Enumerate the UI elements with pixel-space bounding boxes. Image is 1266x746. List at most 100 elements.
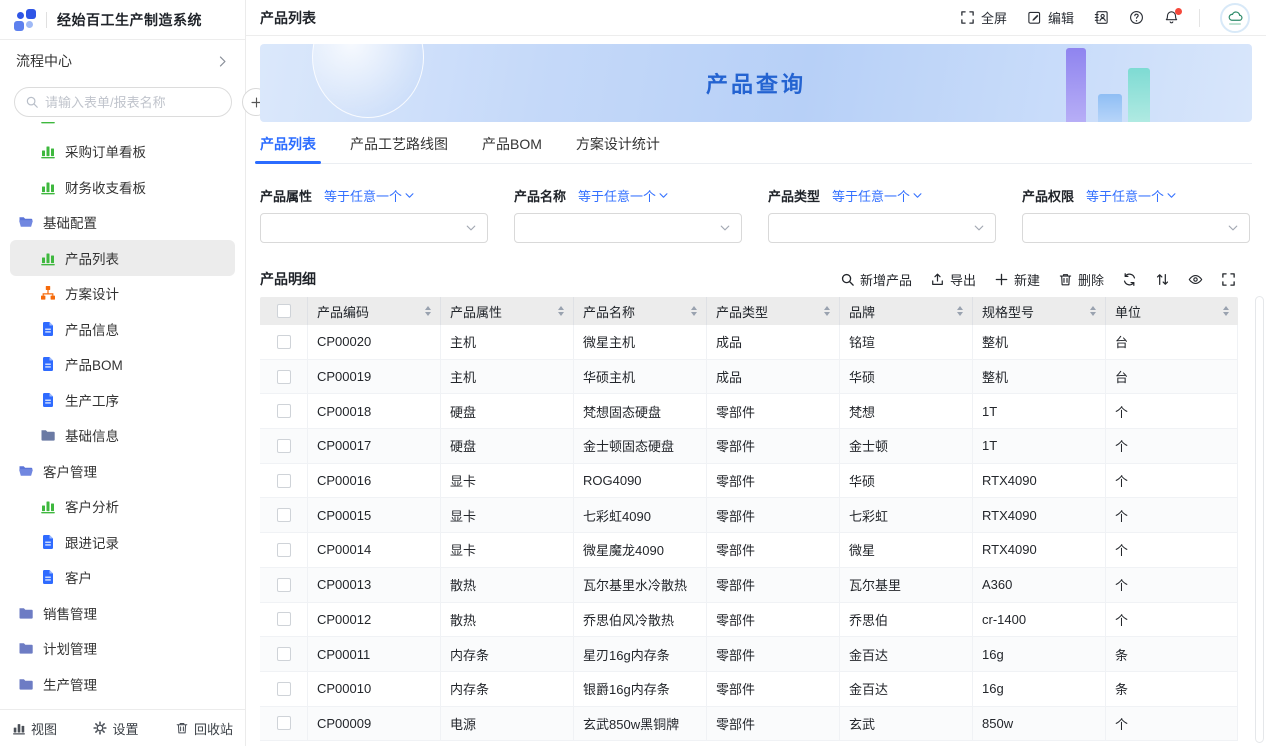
row-checkbox[interactable] bbox=[277, 647, 291, 661]
footer-settings-button[interactable]: 设置 bbox=[93, 719, 138, 738]
column-header-产品属性[interactable]: 产品属性 bbox=[441, 297, 574, 325]
sort-caret-icon[interactable] bbox=[824, 306, 830, 316]
row-checkbox[interactable] bbox=[277, 543, 291, 557]
table-row[interactable]: CP00009电源玄武850w黑铜牌零部件玄武850w个 bbox=[260, 707, 1238, 742]
sidebar-item-产品信息[interactable]: 产品信息 bbox=[0, 311, 245, 347]
table-row[interactable]: CP00012散热乔思伯风冷散热零部件乔思伯cr-1400个 bbox=[260, 603, 1238, 638]
row-checkbox-cell bbox=[260, 360, 308, 394]
column-header-规格型号[interactable]: 规格型号 bbox=[973, 297, 1106, 325]
column-header-产品类型[interactable]: 产品类型 bbox=[707, 297, 840, 325]
tab-产品BOM[interactable]: 产品BOM bbox=[482, 124, 542, 163]
sidebar-item-客户管理[interactable]: 客户管理 bbox=[0, 453, 245, 489]
row-checkbox[interactable] bbox=[277, 335, 291, 349]
filter-operator[interactable]: 等于任意一个 bbox=[1086, 186, 1177, 205]
cell-产品属性: 散热 bbox=[441, 603, 574, 637]
export-button[interactable]: 导出 bbox=[930, 270, 976, 289]
filter-operator[interactable]: 等于任意一个 bbox=[324, 186, 415, 205]
sidebar-item-销售管理[interactable]: 销售管理 bbox=[0, 595, 245, 631]
sidebar-item-客户分析[interactable]: 客户分析 bbox=[0, 489, 245, 525]
cloud-logo-icon bbox=[1228, 11, 1243, 22]
sidebar-header: 经始百工生产制造系统 bbox=[0, 0, 245, 40]
help-button[interactable] bbox=[1129, 10, 1144, 25]
row-checkbox[interactable] bbox=[277, 439, 291, 453]
column-header-品牌[interactable]: 品牌 bbox=[840, 297, 973, 325]
sidebar-item-跟进记录[interactable]: 跟进记录 bbox=[0, 524, 245, 560]
sidebar-search[interactable] bbox=[14, 87, 232, 117]
sort-button[interactable] bbox=[1155, 272, 1170, 287]
table-row[interactable]: CP00018硬盘梵想固态硬盘零部件梵想1T个 bbox=[260, 394, 1238, 429]
tab-产品工艺路线图[interactable]: 产品工艺路线图 bbox=[350, 124, 448, 163]
column-header-单位[interactable]: 单位 bbox=[1106, 297, 1238, 325]
row-checkbox[interactable] bbox=[277, 612, 291, 626]
sort-caret-icon[interactable] bbox=[691, 306, 697, 316]
filter-select[interactable] bbox=[768, 213, 996, 243]
row-checkbox[interactable] bbox=[277, 508, 291, 522]
filter-operator[interactable]: 等于任意一个 bbox=[578, 186, 669, 205]
table-row[interactable]: CP00019主机华硕主机成品华硕整机台 bbox=[260, 360, 1238, 395]
column-label: 品牌 bbox=[849, 302, 875, 321]
cell-产品类型: 零部件 bbox=[707, 603, 840, 637]
process-center-row[interactable]: 流程中心 bbox=[0, 40, 245, 82]
table-row[interactable]: CP00016显卡ROG4090零部件华硕RTX4090个 bbox=[260, 464, 1238, 499]
add-product-button[interactable]: 新增产品 bbox=[840, 270, 912, 289]
sidebar-item-基础信息[interactable]: 基础信息 bbox=[0, 418, 245, 454]
filter-operator[interactable]: 等于任意一个 bbox=[832, 186, 923, 205]
sidebar-item-财务收支看板[interactable]: 财务收支看板 bbox=[0, 169, 245, 205]
refresh-button[interactable] bbox=[1122, 272, 1137, 287]
row-checkbox[interactable] bbox=[277, 716, 291, 730]
sidebar-item-产品列表[interactable]: 产品列表 bbox=[10, 240, 235, 276]
sidebar-item-partial[interactable] bbox=[0, 122, 245, 134]
fullscreen-button[interactable]: 全屏 bbox=[960, 8, 1007, 27]
table-row[interactable]: CP00015显卡七彩虹4090零部件七彩虹RTX4090个 bbox=[260, 498, 1238, 533]
table-scrollbar[interactable] bbox=[1255, 296, 1264, 743]
sidebar-item-生产工序[interactable]: 生产工序 bbox=[0, 382, 245, 418]
sidebar-item-计划管理[interactable]: 计划管理 bbox=[0, 631, 245, 667]
notifications-button[interactable] bbox=[1164, 10, 1179, 25]
sort-caret-icon[interactable] bbox=[558, 306, 564, 316]
table-row[interactable]: CP00013散热瓦尔基里水冷散热零部件瓦尔基里A360个 bbox=[260, 568, 1238, 603]
filter-select[interactable] bbox=[514, 213, 742, 243]
filter-head: 产品属性等于任意一个 bbox=[260, 186, 488, 205]
tab-产品列表[interactable]: 产品列表 bbox=[260, 124, 316, 163]
delete-button[interactable]: 删除 bbox=[1058, 270, 1104, 289]
folder-open-icon bbox=[18, 463, 34, 479]
search-input[interactable] bbox=[45, 95, 221, 110]
table-row[interactable]: CP00014显卡微星魔龙4090零部件微星RTX4090个 bbox=[260, 533, 1238, 568]
select-all-checkbox[interactable] bbox=[277, 304, 291, 318]
sort-caret-icon[interactable] bbox=[425, 306, 431, 316]
column-visibility-button[interactable] bbox=[1188, 272, 1203, 287]
avatar[interactable] bbox=[1220, 3, 1250, 33]
row-checkbox[interactable] bbox=[277, 578, 291, 592]
sidebar-item-方案设计[interactable]: 方案设计 bbox=[0, 276, 245, 312]
column-header-产品名称[interactable]: 产品名称 bbox=[574, 297, 707, 325]
sidebar-item-采购订单看板[interactable]: 采购订单看板 bbox=[0, 134, 245, 170]
sidebar-item-基础配置[interactable]: 基础配置 bbox=[0, 205, 245, 241]
sidebar-item-客户[interactable]: 客户 bbox=[0, 560, 245, 596]
footer-views-button[interactable]: 视图 bbox=[12, 719, 57, 738]
filter-select[interactable] bbox=[260, 213, 488, 243]
contacts-button[interactable] bbox=[1094, 10, 1109, 25]
column-label: 产品属性 bbox=[450, 302, 502, 321]
sidebar-item-生产管理[interactable]: 生产管理 bbox=[0, 666, 245, 702]
row-checkbox[interactable] bbox=[277, 404, 291, 418]
table-row[interactable]: CP00011内存条星刃16g内存条零部件金百达16g条 bbox=[260, 637, 1238, 672]
filter-select[interactable] bbox=[1022, 213, 1250, 243]
sidebar-item-产品BOM[interactable]: 产品BOM bbox=[0, 347, 245, 383]
row-checkbox[interactable] bbox=[277, 682, 291, 696]
row-checkbox[interactable] bbox=[277, 474, 291, 488]
create-button[interactable]: 新建 bbox=[994, 270, 1040, 289]
footer-recycle-bin-button[interactable]: 回收站 bbox=[175, 719, 233, 738]
sort-caret-icon[interactable] bbox=[1090, 306, 1096, 316]
row-checkbox[interactable] bbox=[277, 370, 291, 384]
column-header-产品编码[interactable]: 产品编码 bbox=[308, 297, 441, 325]
tab-label: 方案设计统计 bbox=[576, 134, 660, 154]
tab-方案设计统计[interactable]: 方案设计统计 bbox=[576, 124, 660, 163]
sidebar-item-label: 采购订单看板 bbox=[65, 141, 146, 161]
table-row[interactable]: CP00017硬盘金士顿固态硬盘零部件金士顿1T个 bbox=[260, 429, 1238, 464]
table-fullscreen-button[interactable] bbox=[1221, 272, 1236, 287]
edit-button[interactable]: 编辑 bbox=[1027, 8, 1074, 27]
table-row[interactable]: CP00020主机微星主机成品铭瑄整机台 bbox=[260, 325, 1238, 360]
sort-caret-icon[interactable] bbox=[957, 306, 963, 316]
sort-caret-icon[interactable] bbox=[1223, 306, 1229, 316]
table-row[interactable]: CP00010内存条银爵16g内存条零部件金百达16g条 bbox=[260, 672, 1238, 707]
